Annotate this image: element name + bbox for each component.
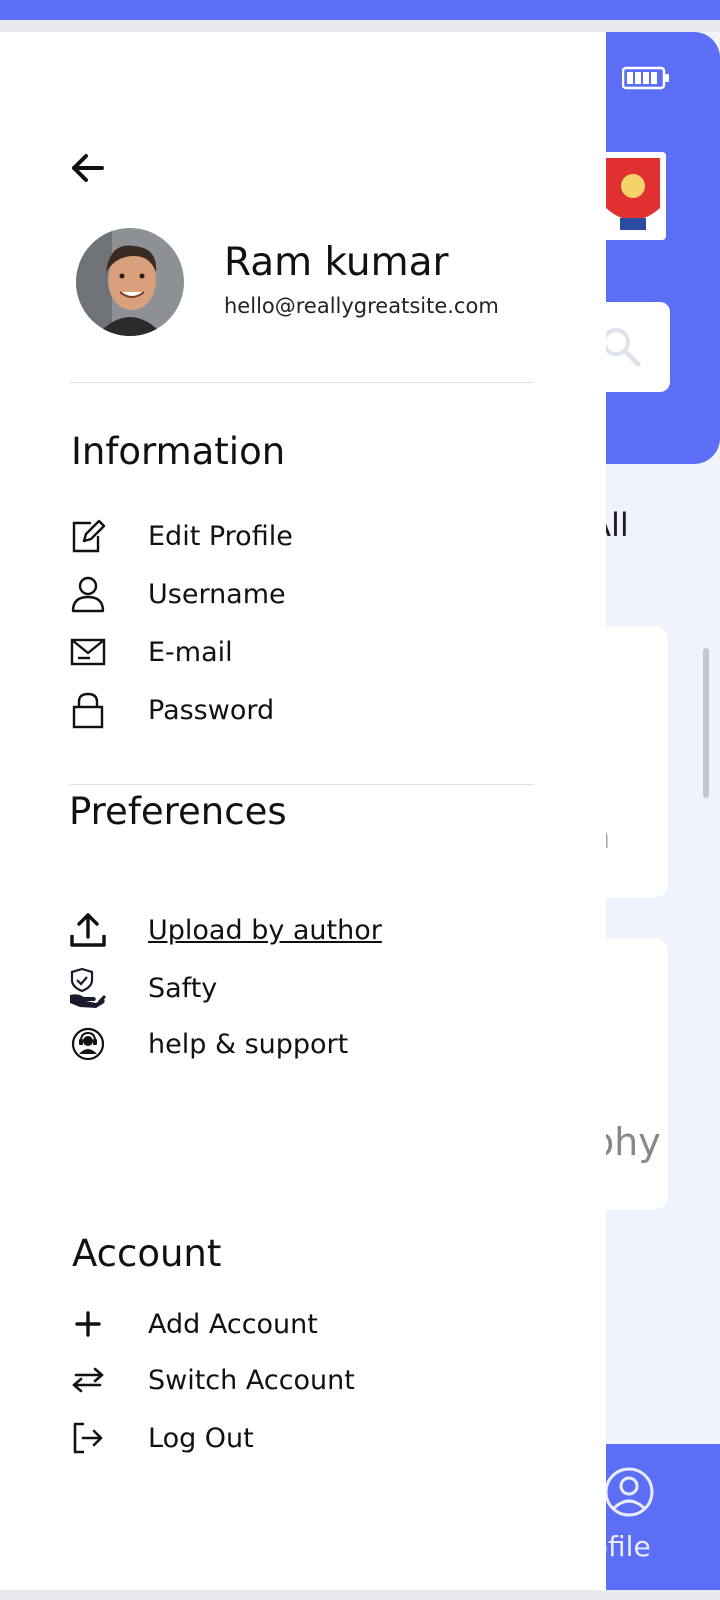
switch-arrows-icon: [68, 1360, 108, 1400]
menu-item-edit-profile[interactable]: Edit Profile: [68, 514, 293, 558]
support-agent-icon: [68, 1024, 108, 1064]
edit-icon: [68, 516, 108, 556]
section-title-account: Account: [72, 1232, 222, 1275]
user-icon: [68, 574, 108, 614]
divider: [70, 382, 534, 383]
upload-icon: [68, 910, 108, 950]
divider: [70, 784, 534, 785]
safety-hand-icon: [68, 967, 108, 1008]
menu-label: help & support: [148, 1028, 349, 1060]
status-bar: [0, 0, 720, 20]
scrollbar[interactable]: [703, 648, 709, 798]
profile-icon[interactable]: [603, 1466, 655, 1518]
menu-label: Log Out: [148, 1422, 254, 1454]
avatar[interactable]: [76, 228, 184, 336]
menu-label: Add Account: [148, 1308, 318, 1340]
section-title-information: Information: [71, 430, 286, 473]
battery-icon: [622, 66, 669, 90]
menu-item-help-support[interactable]: help & support: [68, 1022, 348, 1066]
arrow-left-icon[interactable]: [68, 148, 108, 188]
lock-icon: [68, 690, 108, 730]
menu-label: Password: [148, 694, 275, 726]
menu-label[interactable]: Upload by author: [148, 915, 382, 946]
menu-item-safety[interactable]: Safty: [68, 966, 217, 1010]
section-title-preferences: Preferences: [69, 790, 287, 833]
app-logo: [600, 152, 666, 240]
menu-label: Switch Account: [148, 1364, 355, 1396]
menu-item-username[interactable]: Username: [68, 572, 286, 616]
menu-item-upload-by-author[interactable]: Upload by author: [68, 908, 382, 952]
profile-name: Ram kumar: [224, 240, 449, 285]
menu-label: Username: [148, 578, 286, 610]
menu-label: E-mail: [148, 636, 233, 668]
profile-email: hello@reallygreatsite.com: [224, 294, 499, 318]
menu-item-switch-account[interactable]: Switch Account: [68, 1358, 355, 1402]
plus-icon: [68, 1304, 108, 1344]
logout-icon: [68, 1418, 108, 1458]
menu-label: Safty: [148, 972, 218, 1004]
navigation-drawer: Ram kumar hello@reallygreatsite.com Info…: [0, 32, 606, 1590]
menu-item-password[interactable]: Password: [68, 688, 274, 732]
menu-label: Edit Profile: [148, 520, 293, 552]
menu-item-add-account[interactable]: Add Account: [68, 1302, 318, 1346]
menu-item-email[interactable]: E-mail: [68, 630, 233, 674]
menu-item-log-out[interactable]: Log Out: [68, 1416, 254, 1460]
mail-icon: [68, 632, 108, 672]
